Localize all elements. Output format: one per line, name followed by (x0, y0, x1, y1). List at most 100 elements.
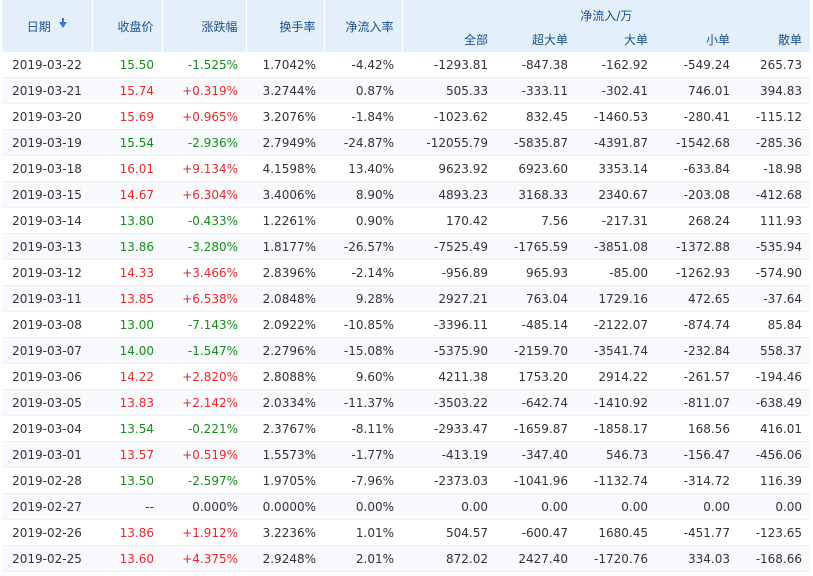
cell-net-rate: 2.01% (324, 545, 402, 572)
table-row: 2019-03-07 14.00 -1.547% 2.2796% -15.08% -537… (2, 337, 811, 364)
cell-extra-large: 6923.60 (496, 155, 576, 182)
table-row: 2019-03-13 13.86 -3.280% 1.8177% -26.57% -752… (2, 233, 811, 260)
cell-total: -3503.22 (402, 389, 496, 416)
cell-close: 13.80 (92, 207, 162, 234)
cell-large: 2914.22 (576, 363, 656, 390)
table-row: 2019-02-28 13.50 -2.597% 1.9705% -7.96% -2373… (2, 467, 811, 494)
cell-large: -1460.53 (576, 103, 656, 130)
cell-extra-large: 7.56 (496, 207, 576, 234)
cell-retail: -456.06 (738, 441, 811, 468)
cell-retail: -168.66 (738, 545, 811, 572)
column-header-retail[interactable]: 散单 (738, 26, 811, 52)
cell-change: +3.466% (162, 259, 246, 286)
cell-total: 9623.92 (402, 155, 496, 182)
cell-change: -7.143% (162, 311, 246, 338)
cell-change: -0.433% (162, 207, 246, 234)
cell-date: 2019-03-22 (2, 52, 92, 78)
cell-date: 2019-03-14 (2, 207, 92, 234)
cell-close: 13.60 (92, 545, 162, 572)
cell-turnover: 3.2076% (246, 103, 324, 130)
cell-total: -2373.03 (402, 467, 496, 494)
cell-retail: -123.65 (738, 519, 811, 546)
cell-change: +0.965% (162, 103, 246, 130)
cell-total: -956.89 (402, 259, 496, 286)
table-row: 2019-03-20 15.69 +0.965% 3.2076% -1.84% -1023… (2, 103, 811, 130)
column-header-turnover[interactable]: 换手率 (246, 0, 325, 52)
cell-close: 15.54 (92, 129, 162, 156)
cell-change: +1.912% (162, 519, 246, 546)
cell-small: 268.24 (656, 207, 738, 234)
cell-change: +6.538% (162, 285, 246, 312)
table-row: 2019-03-01 13.57 +0.519% 1.5573% -1.77% -413.… (2, 441, 811, 468)
cell-retail: 416.01 (738, 415, 811, 442)
cell-turnover: 2.8088% (246, 363, 324, 390)
column-group-net-inflow: 净流入/万 (402, 0, 811, 26)
cell-turnover: 2.0848% (246, 285, 324, 312)
cell-retail: -18.98 (738, 155, 811, 182)
table-row: 2019-03-06 14.22 +2.820% 2.8088% 9.60% 4211.3… (2, 363, 811, 390)
cell-net-rate: 8.90% (324, 181, 402, 208)
cell-date: 2019-02-25 (2, 545, 92, 572)
cell-retail: -535.94 (738, 233, 811, 260)
cell-net-rate: 0.90% (324, 207, 402, 234)
cell-date: 2019-03-07 (2, 337, 92, 364)
table-row: 2019-03-12 14.33 +3.466% 2.8396% -2.14% -956.… (2, 259, 811, 286)
cell-small: -156.47 (656, 441, 738, 468)
cell-small: 334.03 (656, 545, 738, 572)
cell-total: -413.19 (402, 441, 496, 468)
cell-extra-large: 3168.33 (496, 181, 576, 208)
cell-extra-large: 1753.20 (496, 363, 576, 390)
cell-net-rate: -10.85% (324, 311, 402, 338)
cell-large: 2340.67 (576, 181, 656, 208)
cell-change: 0.000% (162, 493, 246, 520)
column-header-extra-large[interactable]: 超大单 (496, 26, 576, 52)
cell-change: +2.820% (162, 363, 246, 390)
cell-small: -232.84 (656, 337, 738, 364)
cell-close: 13.86 (92, 233, 162, 260)
cell-large: -85.00 (576, 259, 656, 286)
cell-extra-large: -1041.96 (496, 467, 576, 494)
table-row: 2019-03-22 15.50 -1.525% 1.7042% -4.42% -1293… (2, 52, 811, 78)
cell-net-rate: -7.96% (324, 467, 402, 494)
column-header-total[interactable]: 全部 (402, 26, 496, 52)
cell-large: -3541.74 (576, 337, 656, 364)
column-header-change[interactable]: 涨跌幅 (162, 0, 247, 52)
cell-turnover: 2.8396% (246, 259, 324, 286)
cell-small: -280.41 (656, 103, 738, 130)
column-header-large[interactable]: 大单 (576, 26, 656, 52)
cell-change: +9.134% (162, 155, 246, 182)
cell-net-rate: -24.87% (324, 129, 402, 156)
cell-retail: 0.00 (738, 493, 811, 520)
cell-close: -- (92, 493, 162, 520)
table-row: 2019-03-05 13.83 +2.142% 2.0334% -11.37% -350… (2, 389, 811, 416)
cell-total: -1023.62 (402, 103, 496, 130)
column-header-close[interactable]: 收盘价 (92, 0, 163, 52)
cell-large: -4391.87 (576, 129, 656, 156)
cell-turnover: 2.2796% (246, 337, 324, 364)
table-row: 2019-02-26 13.86 +1.912% 3.2236% 1.01% 504.57… (2, 519, 811, 546)
cell-net-rate: 1.01% (324, 519, 402, 546)
arrow-down-icon[interactable] (58, 18, 67, 28)
cell-total: 505.33 (402, 77, 496, 104)
cell-turnover: 3.2744% (246, 77, 324, 104)
cell-small: -1542.68 (656, 129, 738, 156)
cell-close: 14.67 (92, 181, 162, 208)
table-row: 2019-03-11 13.85 +6.538% 2.0848% 9.28% 2927.2… (2, 285, 811, 312)
cell-date: 2019-03-19 (2, 129, 92, 156)
cell-small: 0.00 (656, 493, 738, 520)
cell-retail: 111.93 (738, 207, 811, 234)
cell-small: -203.08 (656, 181, 738, 208)
cell-date: 2019-03-12 (2, 259, 92, 286)
column-header-small[interactable]: 小单 (656, 26, 738, 52)
cell-extra-large: -485.14 (496, 311, 576, 338)
cell-large: 1729.16 (576, 285, 656, 312)
cell-close: 15.74 (92, 77, 162, 104)
cell-extra-large: -642.74 (496, 389, 576, 416)
cell-close: 13.50 (92, 467, 162, 494)
column-header-date[interactable]: 日期 (2, 0, 93, 52)
cell-retail: -37.64 (738, 285, 811, 312)
cell-extra-large: -5835.87 (496, 129, 576, 156)
cell-small: 472.65 (656, 285, 738, 312)
cell-close: 13.57 (92, 441, 162, 468)
column-header-net-rate[interactable]: 净流入率 (324, 0, 403, 52)
